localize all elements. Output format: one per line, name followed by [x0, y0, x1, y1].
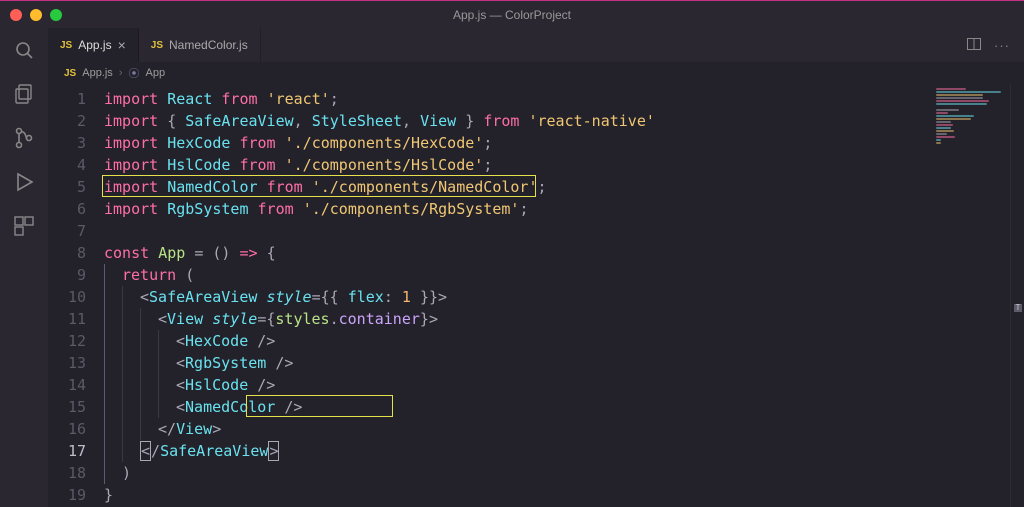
tab-label: App.js — [78, 38, 111, 52]
tab-actions: ··· — [966, 28, 1024, 62]
breadcrumb-symbol[interactable]: App — [145, 67, 165, 79]
code-content[interactable]: const App = () => { — [104, 242, 930, 264]
code-line[interactable]: 12<HexCode /> — [48, 330, 930, 352]
chevron-right-icon: › — [119, 67, 123, 79]
line-number[interactable]: 18 — [48, 462, 104, 484]
code-line[interactable]: 4import HslCode from './components/HslCo… — [48, 154, 930, 176]
code-content[interactable]: <HexCode /> — [104, 330, 930, 352]
js-file-icon: JS — [151, 40, 163, 51]
code-line[interactable]: 15<NamedColor /> — [48, 396, 930, 418]
overview-ruler[interactable]: T — [1010, 84, 1024, 507]
code-line[interactable]: 18) — [48, 462, 930, 484]
split-editor-icon[interactable] — [966, 36, 982, 55]
symbol-icon: ⦿ — [128, 65, 139, 81]
line-number[interactable]: 11 — [48, 308, 104, 330]
line-number[interactable]: 14 — [48, 374, 104, 396]
breadcrumb[interactable]: JS App.js › ⦿ App — [48, 62, 1024, 84]
line-number[interactable]: 12 — [48, 330, 104, 352]
code-content[interactable]: import RgbSystem from './components/RgbS… — [104, 198, 930, 220]
editor-body: 1import React from 'react';2import { Saf… — [48, 84, 1024, 507]
code-line[interactable]: 11<View style={styles.container}> — [48, 308, 930, 330]
line-number[interactable]: 10 — [48, 286, 104, 308]
code-line[interactable]: 17</SafeAreaView> — [48, 440, 930, 462]
main-area: JS App.js × JS NamedColor.js ··· JS App — [0, 28, 1024, 507]
line-number[interactable]: 19 — [48, 484, 104, 506]
run-debug-icon[interactable] — [12, 170, 36, 194]
window-controls — [10, 9, 62, 21]
code-content[interactable]: <SafeAreaView style={{ flex: 1 }}> — [104, 286, 930, 308]
code-content[interactable]: <HslCode /> — [104, 374, 930, 396]
code-line[interactable]: 10<SafeAreaView style={{ flex: 1 }}> — [48, 286, 930, 308]
line-number[interactable]: 2 — [48, 110, 104, 132]
code-line[interactable]: 5import NamedColor from './components/Na… — [48, 176, 930, 198]
code-line[interactable]: 1import React from 'react'; — [48, 88, 930, 110]
line-number[interactable]: 7 — [48, 220, 104, 242]
more-actions-icon[interactable]: ··· — [994, 38, 1010, 53]
code-content[interactable]: <RgbSystem /> — [104, 352, 930, 374]
code-line[interactable]: 14<HslCode /> — [48, 374, 930, 396]
code-line[interactable]: 16</View> — [48, 418, 930, 440]
code-content[interactable]: import NamedColor from './components/Nam… — [104, 176, 930, 198]
code-content[interactable]: } — [104, 484, 930, 506]
window-title: App.js — ColorProject — [453, 8, 571, 22]
source-control-icon[interactable] — [12, 126, 36, 150]
line-number[interactable]: 15 — [48, 396, 104, 418]
line-number[interactable]: 5 — [48, 176, 104, 198]
code-content[interactable]: <NamedColor /> — [104, 396, 930, 418]
code-line[interactable]: 3import HexCode from './components/HexCo… — [48, 132, 930, 154]
editor-area: JS App.js × JS NamedColor.js ··· JS App — [48, 28, 1024, 507]
maximize-window-button[interactable] — [50, 9, 62, 21]
line-number[interactable]: 8 — [48, 242, 104, 264]
editor-window: App.js — ColorProject JS — [0, 0, 1024, 507]
titlebar[interactable]: App.js — ColorProject — [0, 0, 1024, 28]
minimize-window-button[interactable] — [30, 9, 42, 21]
activity-bar — [0, 28, 48, 507]
code-line[interactable]: 6import RgbSystem from './components/Rgb… — [48, 198, 930, 220]
code-content[interactable]: return ( — [104, 264, 930, 286]
tab-label: NamedColor.js — [169, 38, 248, 52]
extensions-icon[interactable] — [12, 214, 36, 238]
code-content[interactable]: import React from 'react'; — [104, 88, 930, 110]
breadcrumb-file[interactable]: App.js — [82, 67, 113, 79]
line-number[interactable]: 13 — [48, 352, 104, 374]
code-content[interactable]: ) — [104, 462, 930, 484]
js-file-icon: JS — [60, 40, 72, 51]
line-number[interactable]: 9 — [48, 264, 104, 286]
code-content[interactable]: <View style={styles.container}> — [104, 308, 930, 330]
code-editor[interactable]: 1import React from 'react';2import { Saf… — [48, 84, 930, 507]
code-line[interactable]: 2import { SafeAreaView, StyleSheet, View… — [48, 110, 930, 132]
line-number[interactable]: 4 — [48, 154, 104, 176]
code-line[interactable]: 19} — [48, 484, 930, 506]
line-number[interactable]: 3 — [48, 132, 104, 154]
code-line[interactable]: 13<RgbSystem /> — [48, 352, 930, 374]
tab-bar: JS App.js × JS NamedColor.js ··· — [48, 28, 1024, 62]
line-number[interactable]: 1 — [48, 88, 104, 110]
code-content[interactable]: import { SafeAreaView, StyleSheet, View … — [104, 110, 930, 132]
close-icon[interactable]: × — [118, 38, 126, 52]
search-icon[interactable] — [12, 38, 36, 62]
code-content[interactable]: import HslCode from './components/HslCod… — [104, 154, 930, 176]
explorer-icon[interactable] — [12, 82, 36, 106]
code-content[interactable]: import HexCode from './components/HexCod… — [104, 132, 930, 154]
tab-app-js[interactable]: JS App.js × — [48, 28, 139, 62]
code-line[interactable]: 9return ( — [48, 264, 930, 286]
code-line[interactable]: 8const App = () => { — [48, 242, 930, 264]
code-content[interactable]: </View> — [104, 418, 930, 440]
code-content[interactable]: </SafeAreaView> — [104, 440, 930, 462]
overview-marker: T — [1014, 304, 1022, 312]
line-number[interactable]: 16 — [48, 418, 104, 440]
close-window-button[interactable] — [10, 9, 22, 21]
line-number[interactable]: 6 — [48, 198, 104, 220]
code-line[interactable]: 7 — [48, 220, 930, 242]
line-number[interactable]: 17 — [48, 440, 104, 462]
tab-namedcolor-js[interactable]: JS NamedColor.js — [139, 28, 261, 62]
minimap[interactable] — [930, 84, 1010, 507]
js-file-icon: JS — [64, 68, 76, 79]
